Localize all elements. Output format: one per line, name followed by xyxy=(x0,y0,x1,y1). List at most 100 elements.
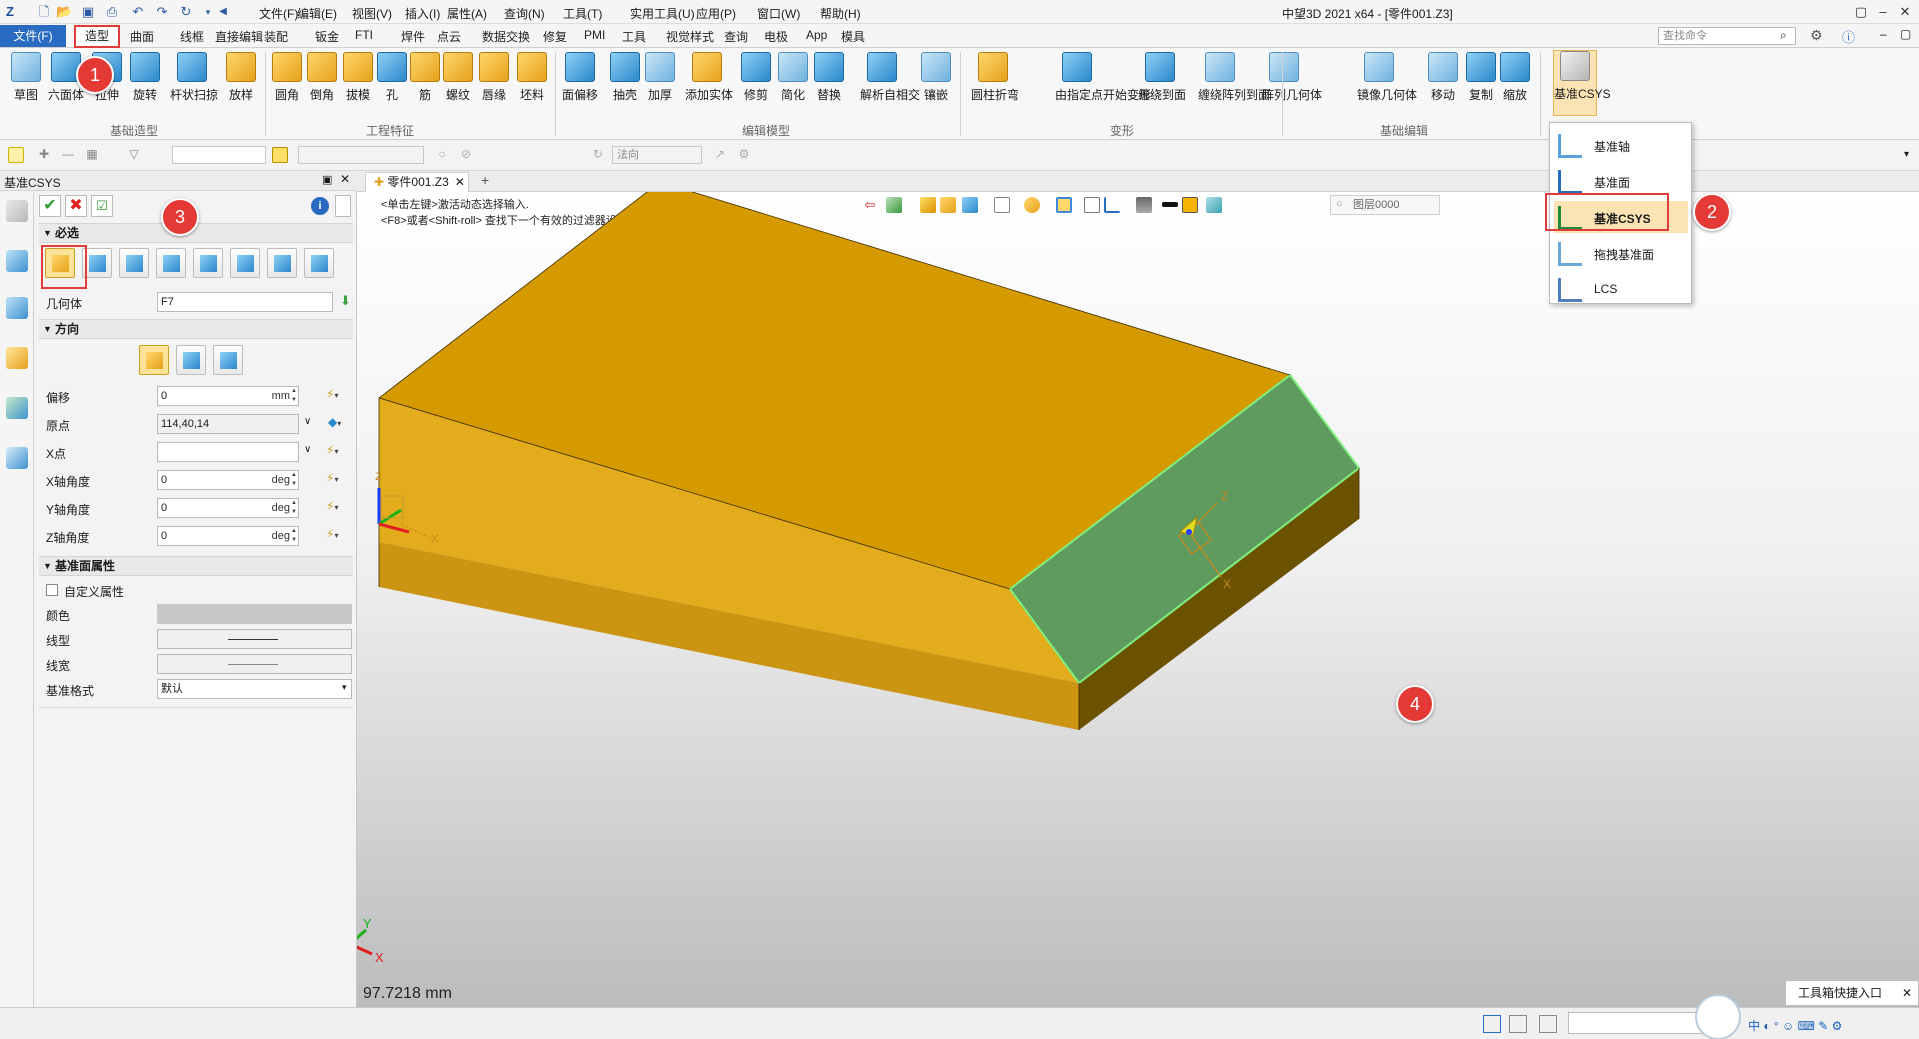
tab-6[interactable]: 焊件 xyxy=(401,28,425,45)
menu-item-7[interactable]: 实用工具(U) xyxy=(630,5,695,22)
datum-menu-item-4[interactable]: LCS xyxy=(1554,273,1688,305)
tab-part001[interactable]: ✚ 零件001.Z3 ✕ xyxy=(365,172,469,192)
menu-item-0[interactable]: 文件(F) xyxy=(259,5,298,22)
filter-select[interactable] xyxy=(172,146,266,164)
csys-mode-button-5[interactable] xyxy=(230,248,260,278)
menu-item-9[interactable]: 窗口(W) xyxy=(757,5,800,22)
tab-9[interactable]: 修复 xyxy=(543,28,567,45)
menu-item-10[interactable]: 帮助(H) xyxy=(820,5,861,22)
user-icon[interactable] xyxy=(6,447,28,469)
sub-filter-select[interactable] xyxy=(298,146,424,164)
menu-item-1[interactable]: 编辑(E) xyxy=(297,5,337,22)
field-spinner-icon-5[interactable]: ▲ ▼ xyxy=(290,527,298,545)
line-snap-icon[interactable]: — xyxy=(60,147,76,163)
grid-icon[interactable]: ▦ xyxy=(84,147,100,163)
qa-dropdown-icon[interactable]: ▾ xyxy=(200,4,216,20)
redo-icon[interactable]: ↷ xyxy=(154,4,170,20)
close-icon[interactable]: ✕ xyxy=(1894,2,1916,22)
minimize-icon[interactable]: – xyxy=(1872,2,1894,22)
tab-12[interactable]: 视觉样式 xyxy=(666,28,714,45)
tab-5[interactable]: FTI xyxy=(355,28,373,42)
ribbon-button-25[interactable]: 缠绕到面 xyxy=(1138,52,1186,103)
ribbon-button-16[interactable]: 加厚 xyxy=(638,52,682,103)
tab-8[interactable]: 数据交换 xyxy=(482,28,530,45)
field-input-0[interactable]: 0 mm ▲ ▼ xyxy=(157,386,299,406)
pick-filter-icon[interactable] xyxy=(8,147,24,163)
ribbon-button-14[interactable]: 面偏移 xyxy=(558,52,602,103)
tab-modeling[interactable]: 造型 xyxy=(74,25,120,48)
no-snap-icon[interactable]: ⊘ xyxy=(458,147,474,163)
panel-collapse-icon[interactable] xyxy=(335,195,351,217)
ribbon-button-20[interactable]: 替换 xyxy=(807,52,851,103)
field-input-1[interactable]: 114,40,14 xyxy=(157,414,299,434)
ribbon-button-5[interactable]: 放样 xyxy=(219,52,263,103)
style-select[interactable]: 默认 xyxy=(157,679,352,699)
new-file-icon[interactable]: 🗋 xyxy=(36,4,52,20)
print-icon[interactable]: ⎙ xyxy=(104,4,120,20)
csys-mode-button-4[interactable] xyxy=(193,248,223,278)
ribbon-button-27[interactable]: 阵列几何体 xyxy=(1262,52,1322,103)
menu-item-5[interactable]: 查询(N) xyxy=(504,5,545,22)
panel-pin-icon[interactable]: ▣ xyxy=(322,173,332,186)
geometry-pick-icon[interactable]: ⬇ xyxy=(340,293,351,309)
tab-file[interactable]: 文件(F) xyxy=(0,25,66,47)
direction-mode-button-0[interactable] xyxy=(139,345,169,375)
ribbon-button-24[interactable]: 由指定点开始变形 xyxy=(1055,52,1151,103)
panel-close-icon[interactable]: ✕ xyxy=(340,172,350,186)
field-pick-icon-3[interactable]: ⚡▾ xyxy=(326,471,338,485)
cancel-x-icon[interactable]: ✖ xyxy=(65,195,87,217)
field-input-3[interactable]: 0 deg ▲ ▼ xyxy=(157,470,299,490)
status-layout-icon[interactable] xyxy=(1539,1015,1557,1033)
tab-13[interactable]: 查询 xyxy=(724,28,748,45)
restore-doc-icon[interactable]: ▢ xyxy=(1900,27,1911,41)
tab-4[interactable]: 钣金 xyxy=(315,28,339,45)
tab-16[interactable]: 模具 xyxy=(841,28,865,45)
field-pick-icon-1[interactable]: ◆▾ xyxy=(328,415,341,429)
status-view-icon[interactable] xyxy=(1483,1015,1501,1033)
menu-item-3[interactable]: 插入(I) xyxy=(405,5,440,22)
geometry-input[interactable]: F7 xyxy=(157,292,333,312)
ribbon-button-0[interactable]: 草图 xyxy=(4,52,48,103)
ribbon-button-31[interactable]: 缩放 xyxy=(1493,52,1537,103)
rotate-view-icon[interactable]: ↻ xyxy=(590,147,606,163)
tab-2[interactable]: 直接编辑 xyxy=(215,28,263,45)
toolbox-shortcut[interactable]: 工具箱快捷入口 ✕ xyxy=(1785,980,1919,1006)
part-library-icon[interactable] xyxy=(6,347,28,369)
csys-dock-icon[interactable] xyxy=(6,200,28,222)
style-dropdown-icon[interactable]: ▾ xyxy=(342,682,347,693)
assistant-avatar[interactable] xyxy=(1695,994,1741,1039)
menu-item-8[interactable]: 应用(P) xyxy=(696,5,736,22)
menu-item-6[interactable]: 工具(T) xyxy=(563,5,602,22)
ok-check-icon[interactable]: ✔ xyxy=(39,195,61,217)
ribbon-button-4[interactable]: 杆状扫掠 xyxy=(170,52,218,103)
field-expand-icon-1[interactable]: ∨ xyxy=(304,416,311,427)
apply-icon[interactable]: ☑ xyxy=(91,195,113,217)
search-icon[interactable]: ⌕ xyxy=(1780,28,1787,43)
ribbon-button-28[interactable]: 镜像几何体 xyxy=(1357,52,1417,103)
undo-icon[interactable]: ↶ xyxy=(130,4,146,20)
field-pick-icon-2[interactable]: ⚡▾ xyxy=(326,443,338,457)
history-tree-icon[interactable] xyxy=(6,250,28,272)
datum-menu-item-0[interactable]: 基准轴 xyxy=(1554,129,1688,161)
help-icon[interactable]: ⓘ xyxy=(1842,27,1855,46)
restore-window-icon[interactable]: ▢ xyxy=(1850,2,1872,22)
3d-viewport[interactable]: <单击左键>激活动态选择输入. <F8>或者<Shift-roll> 查找下一个… xyxy=(357,192,1919,1007)
section-direction[interactable]: 方向 xyxy=(39,319,353,339)
open-folder-icon[interactable]: 📂 xyxy=(56,4,72,20)
csys-mode-button-2[interactable] xyxy=(119,248,149,278)
regen-icon[interactable]: ↻ xyxy=(178,4,194,20)
ribbon-button-32[interactable]: 基准CSYS xyxy=(1553,50,1611,116)
command-search-input[interactable]: 查找命令 xyxy=(1658,27,1796,45)
field-pick-icon-5[interactable]: ⚡▾ xyxy=(326,527,338,541)
ribbon-button-3[interactable]: 旋转 xyxy=(123,52,167,103)
csys-mode-button-3[interactable] xyxy=(156,248,186,278)
ribbon-button-23[interactable]: 圆柱折弯 xyxy=(971,52,1019,103)
pick-mode-icon[interactable] xyxy=(272,147,288,163)
pointer-icon[interactable]: ↗ xyxy=(712,147,728,163)
custom-props-checkbox[interactable] xyxy=(46,584,58,596)
tab-0[interactable]: 曲面 xyxy=(130,28,154,45)
tab-15[interactable]: App xyxy=(806,28,827,42)
tab-10[interactable]: PMI xyxy=(584,28,605,42)
tab-11[interactable]: 工具 xyxy=(622,28,646,45)
snap-toggle-icon[interactable]: ⚙ xyxy=(736,147,752,163)
